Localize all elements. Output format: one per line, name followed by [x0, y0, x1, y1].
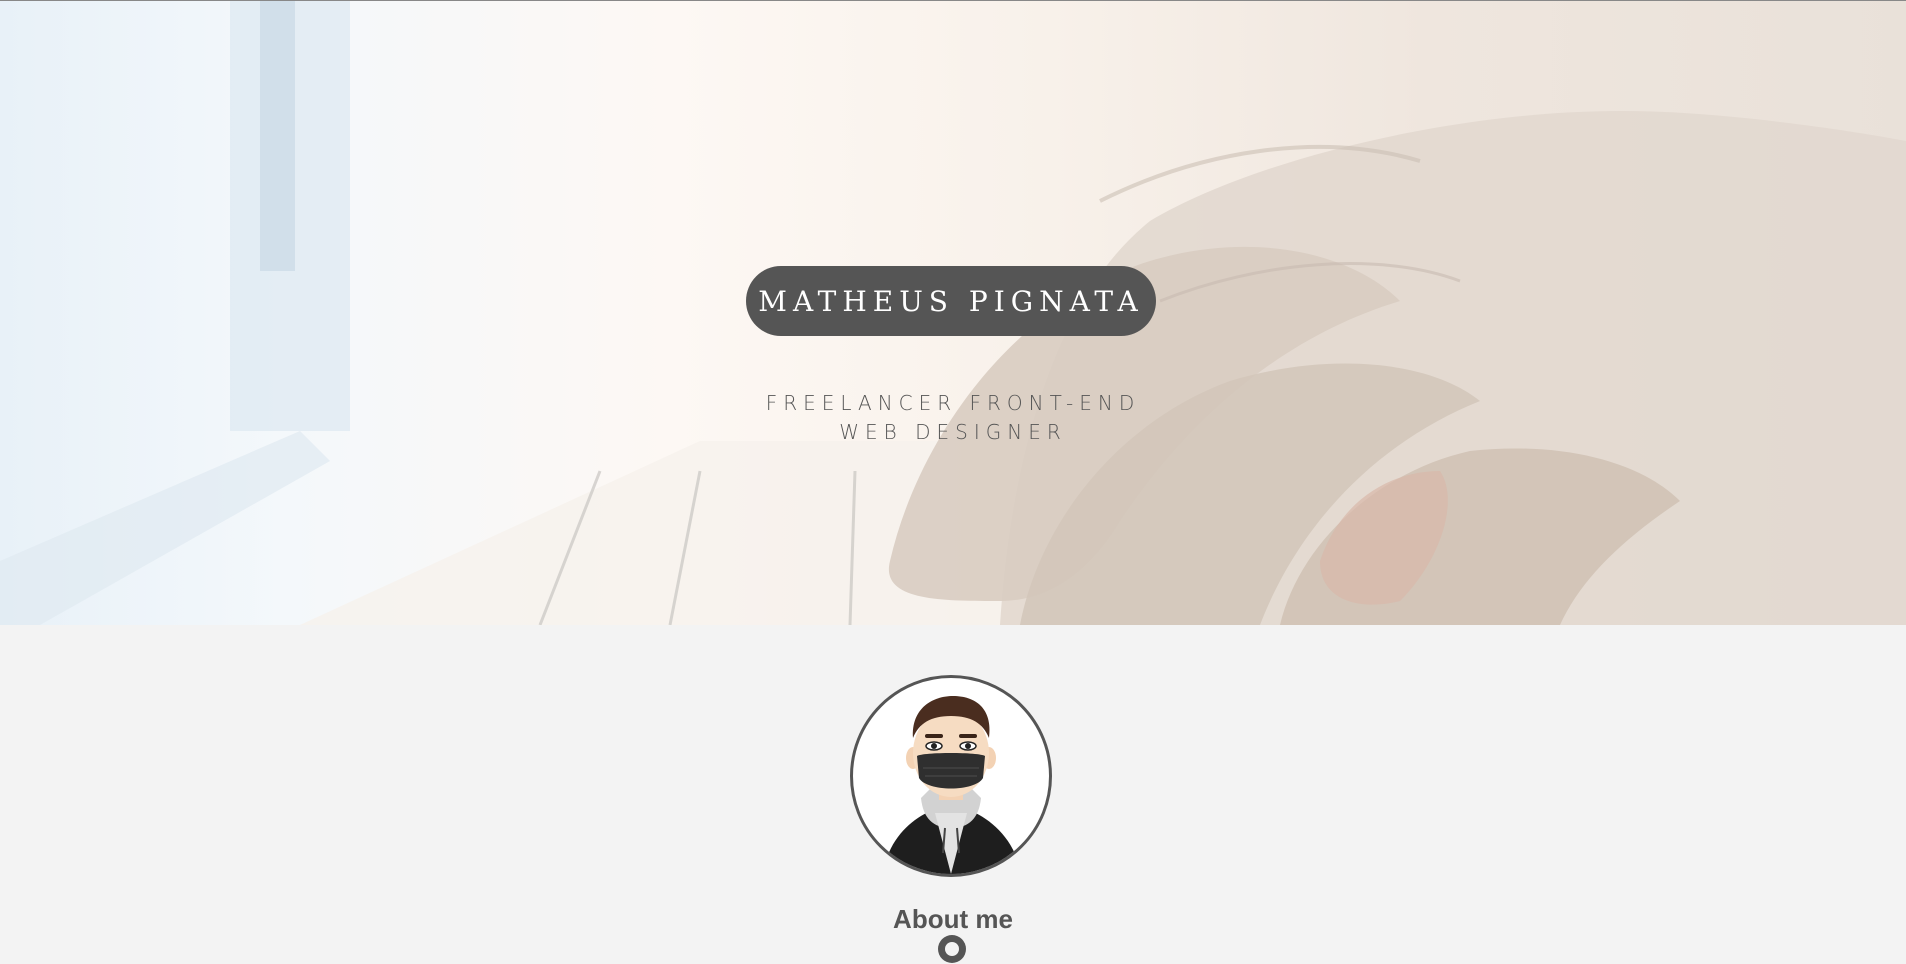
cartoon-avatar-image	[883, 696, 1021, 874]
ring-icon	[938, 935, 966, 963]
hero-subtitle-line1: FREELANCER FRONT-END	[765, 391, 1141, 415]
hero-name-badge: MATHEUS PIGNATA	[746, 266, 1156, 336]
about-me-heading: About me	[893, 904, 1013, 934]
profile-avatar	[850, 675, 1052, 877]
hero-section: MATHEUS PIGNATA FREELANCER FRONT-END WEB…	[0, 0, 1906, 625]
hero-subtitle-line2: WEB DESIGNER	[839, 420, 1067, 444]
